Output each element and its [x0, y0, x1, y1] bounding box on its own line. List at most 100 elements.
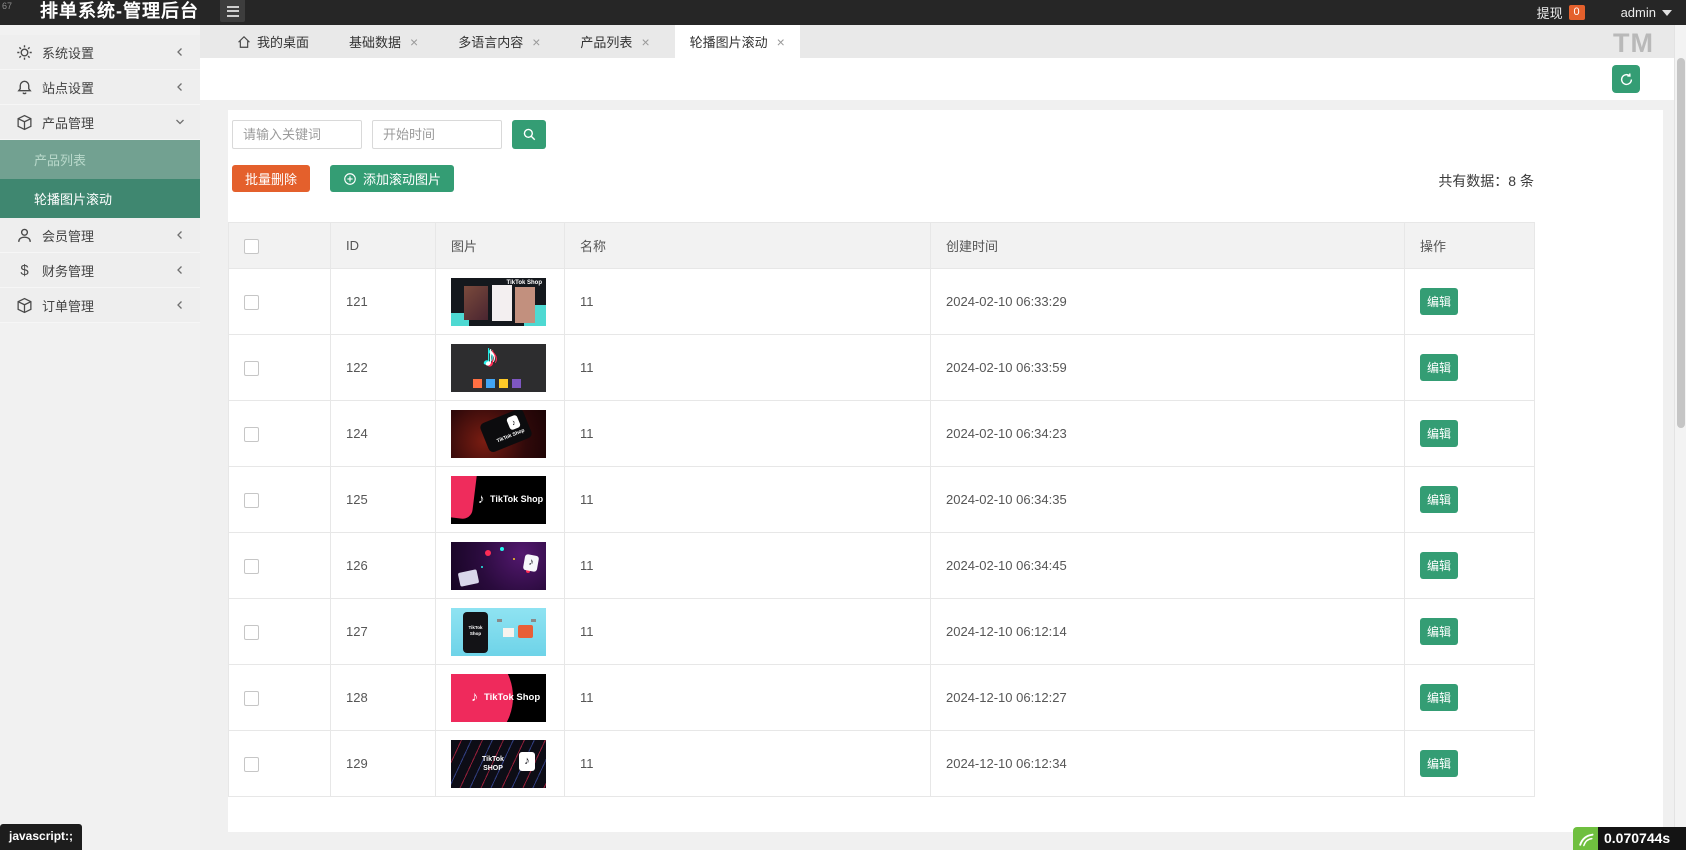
chevron-left-icon	[174, 81, 186, 93]
row-created-time: 2024-02-10 06:34:23	[931, 401, 1405, 467]
row-name: 11	[565, 599, 931, 665]
dollar-icon: $	[16, 262, 33, 279]
thumbnail-art	[451, 344, 546, 392]
row-checkbox[interactable]	[244, 757, 259, 772]
plus-circle-icon	[343, 172, 357, 186]
withdraw-link[interactable]: 提现	[1537, 3, 1563, 22]
edit-button[interactable]: 编辑	[1420, 618, 1458, 645]
row-thumbnail[interactable]: TikTok Shop	[451, 608, 546, 656]
thinkphp-logo-icon	[1573, 827, 1598, 850]
row-thumbnail[interactable]: TikTok Shop	[451, 674, 546, 722]
row-checkbox[interactable]	[244, 361, 259, 376]
row-checkbox[interactable]	[244, 625, 259, 640]
row-name: 11	[565, 335, 931, 401]
edit-button[interactable]: 编辑	[1420, 420, 1458, 447]
row-id: 122	[331, 335, 436, 401]
user-icon	[16, 227, 33, 244]
row-thumbnail[interactable]: TikTok Shop	[451, 410, 546, 458]
sidebar-item-site-settings[interactable]: 站点设置	[0, 70, 200, 105]
close-icon[interactable]: ×	[532, 35, 540, 49]
vertical-scrollbar[interactable]	[1674, 25, 1686, 850]
sidebar: 系统设置 站点设置 产品管理 产品列表 轮播图片滚动 会员管理 $ 财务管理	[0, 25, 200, 850]
toolbar-strip	[200, 58, 1674, 100]
sidebar-subitem-carousel-images[interactable]: 轮播图片滚动	[0, 179, 200, 218]
edit-button[interactable]: 编辑	[1420, 354, 1458, 381]
row-id: 121	[331, 269, 436, 335]
table-row: 122 11 2024-02-10 06:33:59 编辑	[229, 335, 1535, 401]
total-count-text: 共有数据：8 条	[1438, 171, 1534, 191]
tab-product-list[interactable]: 产品列表 ×	[565, 25, 664, 58]
close-icon[interactable]: ×	[777, 35, 785, 49]
sidebar-item-product-management[interactable]: 产品管理	[0, 105, 200, 140]
row-thumbnail[interactable]	[451, 542, 546, 590]
tab-carousel-images[interactable]: 轮播图片滚动 ×	[675, 25, 800, 58]
table-row: 121 TikTok Shop 11 2024-02-10 06:33:29 编…	[229, 269, 1535, 335]
gear-icon	[16, 44, 33, 61]
sidebar-subitem-product-list[interactable]: 产品列表	[0, 140, 200, 179]
row-checkbox[interactable]	[244, 493, 259, 508]
edit-button[interactable]: 编辑	[1420, 750, 1458, 777]
search-button[interactable]	[512, 120, 546, 149]
row-id: 124	[331, 401, 436, 467]
row-checkbox[interactable]	[244, 427, 259, 442]
bell-icon	[16, 79, 33, 96]
table-row: 127 TikTok Shop 11 2024-12-10 06:12:14 编…	[229, 599, 1535, 665]
edit-button[interactable]: 编辑	[1420, 552, 1458, 579]
close-icon[interactable]: ×	[641, 35, 649, 49]
select-all-cell	[229, 223, 331, 269]
row-checkbox[interactable]	[244, 295, 259, 310]
table-row: 129 TikTok SHOP 11 2024-12-10 06:12:34 编…	[229, 731, 1535, 797]
row-id: 127	[331, 599, 436, 665]
row-created-time: 2024-02-10 06:33:29	[931, 269, 1405, 335]
thumbnail-art	[451, 542, 546, 590]
refresh-button[interactable]	[1612, 65, 1640, 93]
add-carousel-button[interactable]: 添加滚动图片	[330, 165, 454, 192]
select-all-checkbox[interactable]	[244, 239, 259, 254]
thumbnail-text: TikTok Shop	[484, 692, 540, 703]
row-thumbnail[interactable]: TikTok Shop	[451, 476, 546, 524]
row-name: 11	[565, 665, 931, 731]
row-thumbnail[interactable]	[451, 344, 546, 392]
column-header-created: 创建时间	[931, 223, 1405, 269]
row-name: 11	[565, 467, 931, 533]
box-icon	[16, 297, 33, 314]
withdraw-badge: 0	[1569, 5, 1585, 20]
keyword-input[interactable]	[232, 120, 362, 149]
chevron-down-icon	[1662, 10, 1672, 16]
row-checkbox[interactable]	[244, 691, 259, 706]
status-bar-link-text: javascript:;	[0, 824, 82, 850]
tab-desktop[interactable]: 我的桌面	[222, 25, 324, 58]
sidebar-item-finance-management[interactable]: $ 财务管理	[0, 253, 200, 288]
exec-time-box: 0.070744s	[1573, 827, 1686, 850]
chevron-left-icon	[174, 229, 186, 241]
start-time-input[interactable]	[372, 120, 502, 149]
tab-bar: 我的桌面 基础数据 × 多语言内容 × 产品列表 × 轮播图片滚动 ×	[200, 25, 1674, 58]
sidebar-item-order-management[interactable]: 订单管理	[0, 288, 200, 323]
row-checkbox[interactable]	[244, 559, 259, 574]
row-thumbnail[interactable]: TikTok SHOP	[451, 740, 546, 788]
tab-basic-data[interactable]: 基础数据 ×	[334, 25, 433, 58]
close-icon[interactable]: ×	[410, 35, 418, 49]
sidebar-item-member-management[interactable]: 会员管理	[0, 218, 200, 253]
column-header-name: 名称	[565, 223, 931, 269]
carousel-table: ID 图片 名称 创建时间 操作 121 TikTok Shop 11 2024…	[228, 222, 1535, 797]
batch-delete-button[interactable]: 批量删除	[232, 165, 310, 192]
top-header: 67 排单系统-管理后台 提现 0 admin	[0, 0, 1686, 25]
sidebar-item-system-settings[interactable]: 系统设置	[0, 35, 200, 70]
table-body: 121 TikTok Shop 11 2024-02-10 06:33:29 编…	[229, 269, 1535, 797]
user-menu[interactable]: admin	[1621, 5, 1672, 20]
sidebar-toggle-button[interactable]	[220, 0, 245, 22]
scrollbar-thumb[interactable]	[1677, 58, 1685, 428]
row-id: 126	[331, 533, 436, 599]
edit-button[interactable]: 编辑	[1420, 288, 1458, 315]
edit-button[interactable]: 编辑	[1420, 684, 1458, 711]
table-header-row: ID 图片 名称 创建时间 操作	[229, 223, 1535, 269]
row-thumbnail[interactable]: TikTok Shop	[451, 278, 546, 326]
edit-button[interactable]: 编辑	[1420, 486, 1458, 513]
thumbnail-text: TikTok SHOP	[475, 755, 511, 773]
tab-multilanguage[interactable]: 多语言内容 ×	[443, 25, 555, 58]
column-header-id: ID	[331, 223, 436, 269]
table-row: 125 TikTok Shop 11 2024-02-10 06:34:35 编…	[229, 467, 1535, 533]
table-row: 124 TikTok Shop 11 2024-02-10 06:34:23 编…	[229, 401, 1535, 467]
tm-watermark: TM	[1613, 28, 1654, 59]
